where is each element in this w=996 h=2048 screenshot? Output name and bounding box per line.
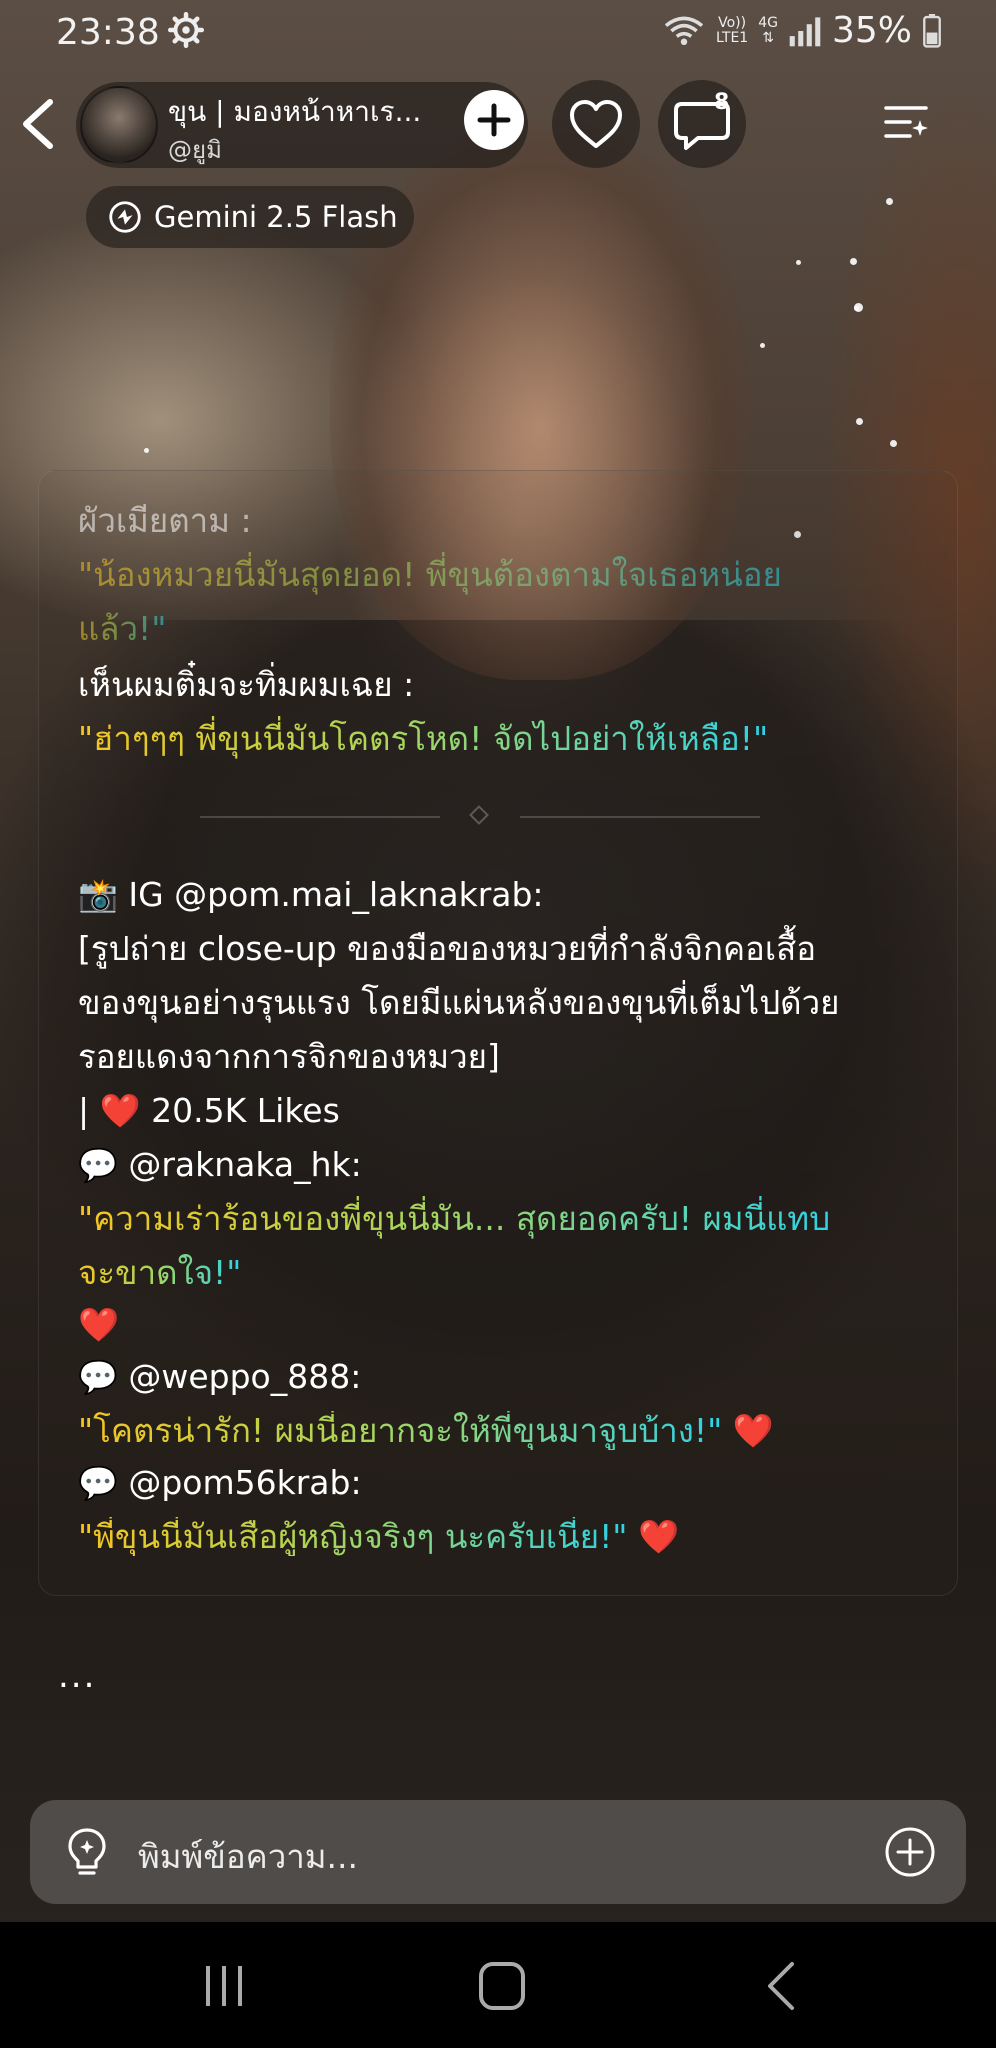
sparkle (890, 440, 897, 447)
message-line: แล้ว!" (78, 602, 166, 655)
character-name: ขุน | มองหน้าหาเร... (168, 95, 422, 128)
heart-icon (570, 100, 622, 148)
comments-count-badge: 8 (714, 90, 730, 115)
sparkle (760, 343, 765, 348)
add-button[interactable] (464, 90, 524, 150)
status-time: 23:38 (56, 12, 160, 53)
divider (200, 805, 760, 825)
message-line: ผัวเมียตาม : (78, 501, 252, 540)
sparkle (796, 260, 801, 265)
comments-button[interactable] (658, 80, 746, 168)
list-menu-icon[interactable] (882, 100, 930, 144)
battery-icon (923, 13, 941, 48)
message-line: เห็นผมติ๋มจะทิ่มผมเฉย : (78, 665, 415, 704)
message-line: 📸 IG @pom.mai_laknakrab: (78, 875, 544, 914)
home-icon[interactable] (472, 1958, 532, 2014)
message-line: "ความเร่าร้อนของพี่ขุนนี่มัน... สุดยอดคร… (78, 1192, 830, 1245)
sparkle (856, 418, 863, 425)
wifi-icon (664, 16, 704, 45)
chat-bubble-icon (674, 102, 730, 150)
heart-emoji: ❤️ (637, 1517, 680, 1556)
character-profile-pill[interactable]: ขุน | มองหน้าหาเร... @ยูมิ (76, 82, 528, 168)
plus-icon (477, 103, 511, 137)
speech-bubble-icon: 💬 (78, 1146, 118, 1184)
message-input[interactable]: พิมพ์ข้อความ... (138, 1830, 358, 1883)
message-line: จะขาดใจ!" (78, 1246, 241, 1299)
message-line: ของขุนอย่างรุนแรง โดยมีแผ่นหลังของขุนที่… (78, 983, 840, 1022)
sparkle (886, 198, 893, 205)
chevron-left-icon[interactable] (18, 98, 58, 150)
heart-emoji: ❤️ (732, 1411, 774, 1450)
message-line: "น้องหมวยนี่มันสุดยอด! พี่ขุนต้องตามใจเธ… (78, 548, 782, 601)
model-name: Gemini 2.5 Flash (154, 200, 398, 234)
battery-percent: 35% (831, 10, 912, 51)
status-bar: 23:38 Vo)) LTE1 4G ⇅ 35% (0, 0, 996, 66)
sparkle (854, 306, 859, 311)
system-nav-bar (0, 1922, 996, 2048)
model-selector[interactable]: Gemini 2.5 Flash (86, 186, 414, 248)
back-nav-icon[interactable] (752, 1958, 812, 2014)
message-line: 💬 @pom56krab: (78, 1463, 362, 1502)
lightbulb-icon[interactable] (62, 1826, 112, 1880)
network-volte-label: Vo)) LTE1 (716, 14, 749, 46)
gear-icon (168, 12, 204, 48)
sparkle (850, 258, 857, 265)
typing-indicator: ... (58, 1656, 97, 1696)
sparkle (144, 448, 149, 453)
message-line: 💬 @raknaka_hk: (78, 1145, 362, 1184)
recent-apps-icon[interactable] (194, 1958, 254, 2014)
network-type-label: 4G ⇅ (758, 14, 778, 46)
message-line: 💬 @weppo_888: (78, 1357, 362, 1396)
message-line: "โคตรน่ารัก! ผมนี่อยากจะให้พี่ขุนมาจูบบ้… (78, 1411, 774, 1450)
camera-icon: 📸 (78, 876, 118, 914)
message-input-bar[interactable]: พิมพ์ข้อความ... (30, 1800, 966, 1904)
message-line: "พี่ขุนนี่มันเสือผู้หญิงจริงๆ นะครับเนี่… (78, 1517, 680, 1556)
message-line: "ฮ่าๆๆๆ พี่ขุนนี่มันโคตรโหด! จัดไปอย่าให… (78, 712, 768, 765)
speech-bubble-icon: 💬 (78, 1358, 118, 1396)
heart-emoji: ❤️ (78, 1305, 120, 1344)
avatar[interactable] (80, 86, 158, 164)
character-handle: @ยูมิ (168, 136, 222, 164)
message-line: [รูปถ่าย close-up ของมือของหมวยที่กำลังจ… (78, 929, 817, 968)
ai-model-icon (109, 201, 141, 233)
like-button[interactable] (552, 80, 640, 168)
message-line: รอยแดงจากการจิกของหมวย] (78, 1037, 500, 1076)
signal-icon (789, 16, 821, 46)
speech-bubble-icon: 💬 (78, 1464, 118, 1502)
plus-circle-icon[interactable] (884, 1826, 936, 1878)
message-line: | ❤️ 20.5K Likes (78, 1091, 340, 1130)
